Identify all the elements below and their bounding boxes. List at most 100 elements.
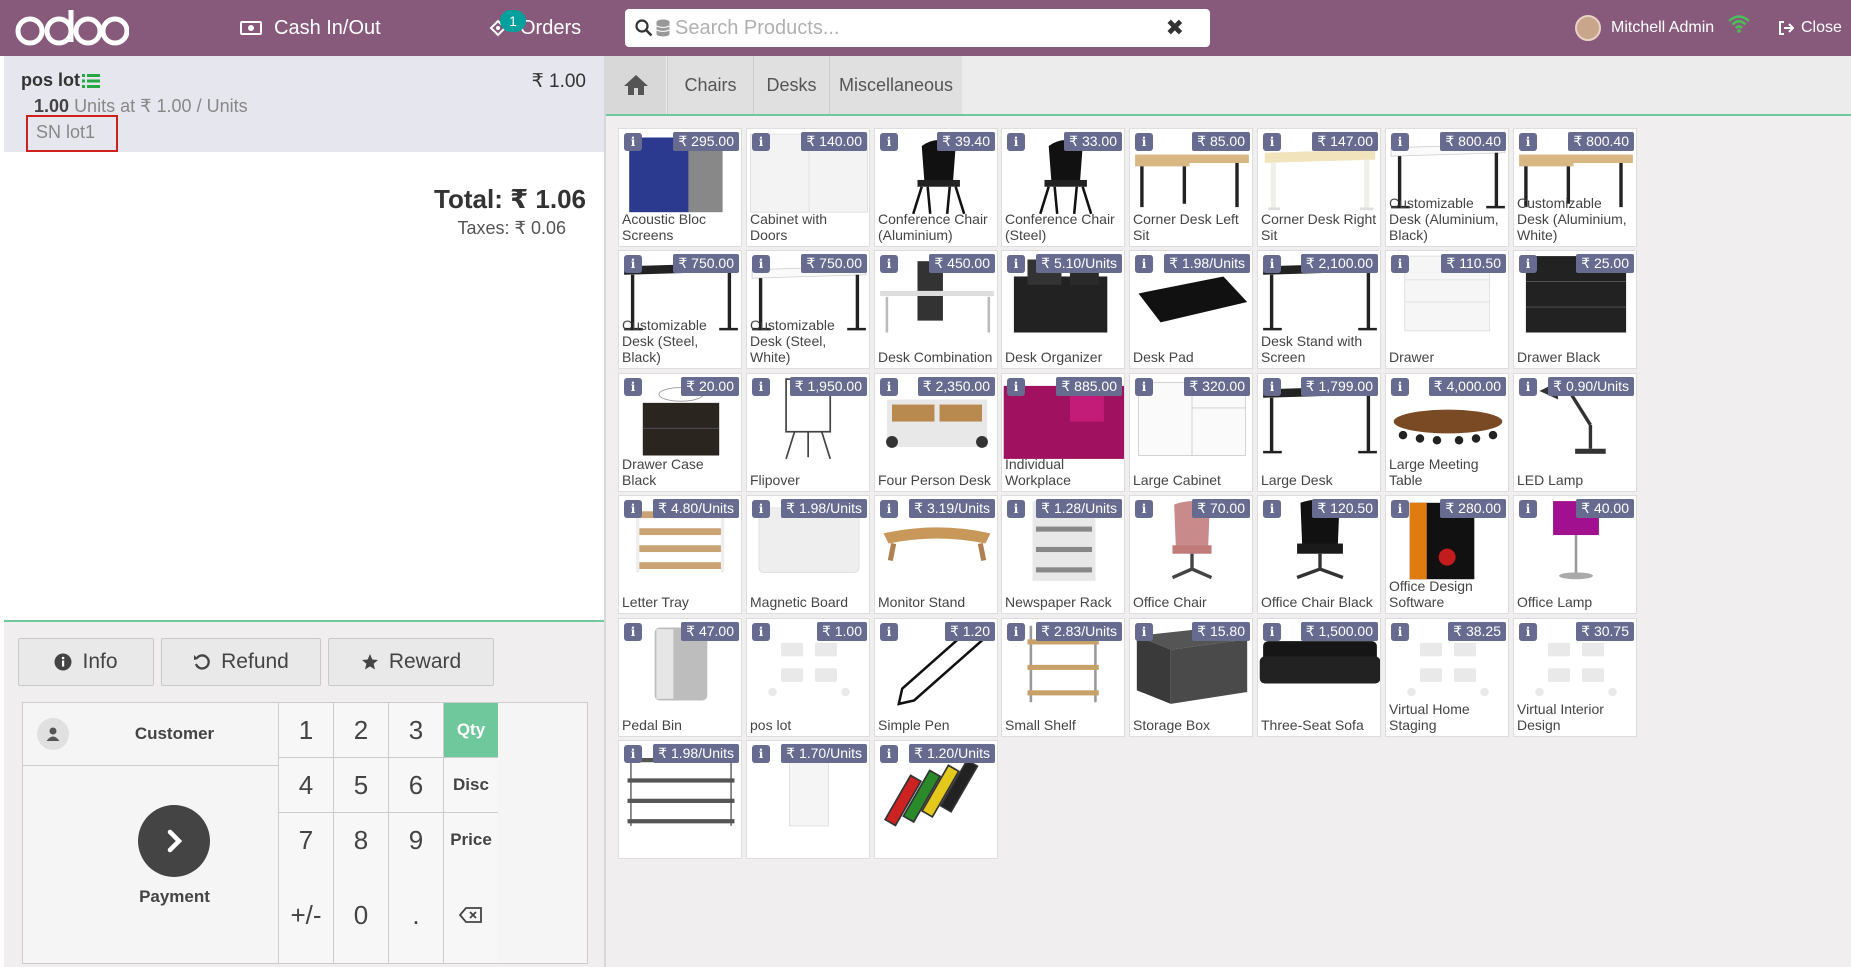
refund-button[interactable]: Refund <box>161 638 321 686</box>
clear-search-icon[interactable]: ✖ <box>1166 15 1184 41</box>
product-search[interactable]: ✖ <box>625 9 1210 47</box>
product-card-large-desk[interactable]: i ₹ 1,799.00 Large Desk <box>1257 373 1381 492</box>
product-card-office-chair[interactable]: i ₹ 70.00 Office Chair <box>1129 495 1253 614</box>
product-info-icon[interactable]: i <box>1007 623 1025 641</box>
product-info-icon[interactable]: i <box>1519 133 1537 151</box>
product-info-icon[interactable]: i <box>624 255 642 273</box>
product-card-letter-tray[interactable]: i ₹ 4.80/Units Letter Tray <box>618 495 742 614</box>
product-info-icon[interactable]: i <box>1135 133 1153 151</box>
product-card-desk-pad[interactable]: i ₹ 1.98/Units Desk Pad <box>1129 250 1253 369</box>
product-card-conference-chair-aluminium[interactable]: i ₹ 39.40 Conference Chair (Aluminium) <box>874 128 998 247</box>
product-info-icon[interactable]: i <box>1263 255 1281 273</box>
product-info-icon[interactable]: i <box>752 255 770 273</box>
order-line[interactable]: pos lot ₹ 1.00 1.00 Units at ₹ 1.00 / Un… <box>4 56 604 152</box>
product-card-led-lamp[interactable]: i ₹ 0.90/Units LED Lamp <box>1513 373 1637 492</box>
product-info-icon[interactable]: i <box>1391 500 1409 518</box>
product-info-icon[interactable]: i <box>624 500 642 518</box>
product-info-icon[interactable]: i <box>880 623 898 641</box>
product-card-cabinet-with-doors[interactable]: i ₹ 140.00 Cabinet with Doors <box>746 128 870 247</box>
product-card-desk-combination[interactable]: i ₹ 450.00 Desk Combination <box>874 250 998 369</box>
category-miscellaneous[interactable]: Miscellaneous <box>829 56 962 114</box>
product-info-icon[interactable]: i <box>1519 500 1537 518</box>
product-card-office-design-software[interactable]: i ₹ 280.00 Office Design Software <box>1385 495 1509 614</box>
product-card-customizable-desk-steel-black[interactable]: i ₹ 750.00 Customizable Desk (Steel, Black… <box>618 250 742 369</box>
product-card-drawer-case-black[interactable]: i ₹ 20.00 Drawer Case Black <box>618 373 742 492</box>
reward-button[interactable]: Reward <box>328 638 494 686</box>
product-card-flipover[interactable]: i ₹ 1,950.00 Flipover <box>746 373 870 492</box>
product-card-newspaper-rack[interactable]: i ₹ 1.28/Units Newspaper Rack <box>1001 495 1125 614</box>
price-mode-button[interactable]: Price <box>443 813 498 868</box>
product-info-icon[interactable]: i <box>752 500 770 518</box>
key-5[interactable]: 5 <box>333 758 388 813</box>
product-card-individual-workplace[interactable]: i ₹ 885.00 Individual Workplace <box>1001 373 1125 492</box>
close-button[interactable]: Close <box>1778 0 1842 56</box>
product-info-icon[interactable]: i <box>752 623 770 641</box>
home-category-button[interactable] <box>606 56 666 114</box>
key-0[interactable]: 0 <box>333 867 388 964</box>
product-info-icon[interactable]: i <box>880 500 898 518</box>
product-card-large-meeting-table[interactable]: i ₹ 4,000.00 Large Meeting Table <box>1385 373 1509 492</box>
product-info-icon[interactable]: i <box>1135 500 1153 518</box>
product-info-icon[interactable]: i <box>880 255 898 273</box>
product-info-icon[interactable]: i <box>624 745 642 763</box>
product-card-customizable-desk-aluminium-white[interactable]: i ₹ 800.40 Customizable Desk (Aluminium, W… <box>1513 128 1637 247</box>
product-card-monitor-stand[interactable]: i ₹ 3.19/Units Monitor Stand <box>874 495 998 614</box>
product-card-small-shelf[interactable]: i ₹ 2.83/Units Small Shelf <box>1001 618 1125 737</box>
lot-list-icon[interactable] <box>82 73 100 89</box>
product-card-customizable-desk-steel-white[interactable]: i ₹ 750.00 Customizable Desk (Steel, White… <box>746 250 870 369</box>
product-card-item-41[interactable]: i ₹ 1.70/Units <box>746 740 870 859</box>
product-info-icon[interactable]: i <box>1135 378 1153 396</box>
product-card-virtual-interior-design[interactable]: i ₹ 30.75 Virtual Interior Design <box>1513 618 1637 737</box>
product-card-conference-chair-steel[interactable]: i ₹ 33.00 Conference Chair (Steel) <box>1001 128 1125 247</box>
product-card-customizable-desk-aluminium-black[interactable]: i ₹ 800.40 Customizable Desk (Aluminium, B… <box>1385 128 1509 247</box>
product-info-icon[interactable]: i <box>880 133 898 151</box>
backspace-button[interactable] <box>443 867 498 964</box>
category-chairs[interactable]: Chairs <box>667 56 753 114</box>
product-info-icon[interactable]: i <box>880 745 898 763</box>
product-info-icon[interactable]: i <box>624 133 642 151</box>
key-7[interactable]: 7 <box>278 813 333 868</box>
product-card-three-seat-sofa[interactable]: i ₹ 1,500.00 Three-Seat Sofa <box>1257 618 1381 737</box>
key-3[interactable]: 3 <box>388 703 443 758</box>
product-info-icon[interactable]: i <box>1007 255 1025 273</box>
product-card-magnetic-board[interactable]: i ₹ 1.98/Units Magnetic Board <box>746 495 870 614</box>
product-info-icon[interactable]: i <box>1391 133 1409 151</box>
product-card-virtual-home-staging[interactable]: i ₹ 38.25 Virtual Home Staging <box>1385 618 1509 737</box>
product-card-large-cabinet[interactable]: i ₹ 320.00 Large Cabinet <box>1129 373 1253 492</box>
product-info-icon[interactable]: i <box>752 745 770 763</box>
search-input[interactable] <box>675 16 1165 40</box>
product-card-office-chair-black[interactable]: i ₹ 120.50 Office Chair Black <box>1257 495 1381 614</box>
key-6[interactable]: 6 <box>388 758 443 813</box>
product-info-icon[interactable]: i <box>1519 378 1537 396</box>
product-card-corner-desk-right-sit[interactable]: i ₹ 147.00 Corner Desk Right Sit <box>1257 128 1381 247</box>
product-card-drawer[interactable]: i ₹ 110.50 Drawer <box>1385 250 1509 369</box>
product-info-icon[interactable]: i <box>752 133 770 151</box>
product-card-drawer-black[interactable]: i ₹ 25.00 Drawer Black <box>1513 250 1637 369</box>
product-info-icon[interactable]: i <box>1391 255 1409 273</box>
product-card-pos-lot[interactable]: i ₹ 1.00 pos lot <box>746 618 870 737</box>
qty-mode-button[interactable]: Qty <box>443 703 498 758</box>
product-card-four-person-desk[interactable]: i ₹ 2,350.00 Four Person Desk <box>874 373 998 492</box>
product-card-item-40[interactable]: i ₹ 1.98/Units <box>618 740 742 859</box>
discount-mode-button[interactable]: Disc <box>443 758 498 813</box>
product-info-icon[interactable]: i <box>1519 255 1537 273</box>
product-card-desk-organizer[interactable]: i ₹ 5.10/Units Desk Organizer <box>1001 250 1125 369</box>
product-card-office-lamp[interactable]: i ₹ 40.00 Office Lamp <box>1513 495 1637 614</box>
product-info-icon[interactable]: i <box>1391 378 1409 396</box>
key-1[interactable]: 1 <box>278 703 333 758</box>
product-info-icon[interactable]: i <box>1263 500 1281 518</box>
key-9[interactable]: 9 <box>388 813 443 868</box>
category-desks[interactable]: Desks <box>753 56 829 114</box>
product-info-icon[interactable]: i <box>1519 623 1537 641</box>
product-info-icon[interactable]: i <box>752 378 770 396</box>
cash-in-out-button[interactable]: Cash In/Out <box>240 0 381 56</box>
product-info-icon[interactable]: i <box>624 623 642 641</box>
product-info-icon[interactable]: i <box>1263 623 1281 641</box>
info-button[interactable]: Info <box>18 638 154 686</box>
key-2[interactable]: 2 <box>333 703 388 758</box>
product-card-storage-box[interactable]: i ₹ 15.80 Storage Box <box>1129 618 1253 737</box>
product-info-icon[interactable]: i <box>1263 378 1281 396</box>
product-card-desk-stand-with-screen[interactable]: i ₹ 2,100.00 Desk Stand with Screen <box>1257 250 1381 369</box>
product-info-icon[interactable]: i <box>1007 133 1025 151</box>
plus-minus-button[interactable]: +/- <box>278 867 333 964</box>
